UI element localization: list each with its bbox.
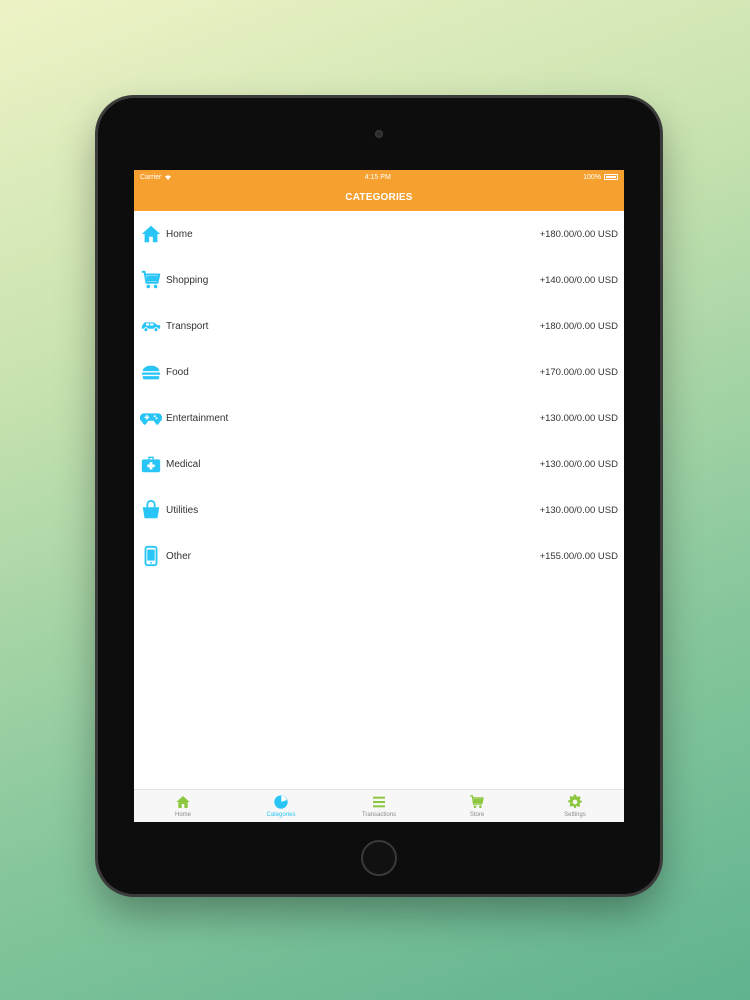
status-time: 4:15 PM — [364, 173, 391, 181]
page-title: CATEGORIES — [345, 192, 413, 203]
category-amount: +180.00/0.00 USD — [539, 320, 618, 332]
category-label: Transport — [166, 320, 209, 332]
category-row-home[interactable]: Home +180.00/0.00 USD — [134, 211, 624, 257]
category-amount: +130.00/0.00 USD — [539, 504, 618, 516]
tab-home[interactable]: Home — [134, 790, 232, 822]
category-row-medical[interactable]: Medical +130.00/0.00 USD — [134, 441, 624, 487]
pie-chart-icon — [274, 795, 288, 809]
tab-label: Settings — [564, 812, 586, 818]
category-label: Utilities — [166, 504, 199, 516]
bag-icon — [138, 497, 164, 523]
cart-icon — [470, 795, 484, 808]
list-icon — [373, 796, 385, 808]
carrier-label: Carrier — [140, 173, 162, 181]
tab-transactions[interactable]: Transactions — [330, 790, 428, 822]
category-amount: +170.00/0.00 USD — [539, 366, 618, 378]
gear-icon — [568, 794, 582, 809]
tab-label: Transactions — [361, 812, 397, 818]
tab-settings[interactable]: Settings — [526, 790, 624, 822]
category-amount: +155.00/0.00 USD — [539, 550, 618, 562]
medical-kit-icon — [138, 451, 164, 477]
tab-label: Store — [469, 812, 485, 818]
app-screen: Carrier 4:15 PM 100% CATEGORIES Home +18… — [134, 170, 624, 822]
battery-icon — [604, 174, 618, 180]
category-amount: +180.00/0.00 USD — [539, 228, 618, 240]
tab-store[interactable]: Store — [428, 790, 526, 822]
category-label: Medical — [166, 458, 201, 470]
category-row-shopping[interactable]: Shopping +140.00/0.00 USD — [134, 257, 624, 303]
category-amount: +140.00/0.00 USD — [539, 274, 618, 286]
category-amount: +130.00/0.00 USD — [539, 412, 618, 424]
phone-icon — [138, 543, 164, 569]
category-label: Food — [166, 366, 189, 378]
category-row-entertainment[interactable]: Entertainment +130.00/0.00 USD — [134, 395, 624, 441]
home-button[interactable] — [361, 840, 397, 876]
category-row-food[interactable]: Food +170.00/0.00 USD — [134, 349, 624, 395]
battery-percent: 100% — [583, 173, 601, 181]
category-label: Other — [166, 550, 192, 562]
car-icon — [138, 313, 164, 339]
category-label: Entertainment — [166, 412, 229, 424]
category-list: Home +180.00/0.00 USD Shopping +140.00/0… — [134, 211, 624, 579]
status-bar: Carrier 4:15 PM 100% — [134, 170, 624, 184]
category-label: Shopping — [166, 274, 209, 286]
navigation-bar: CATEGORIES — [134, 184, 624, 211]
burger-icon — [138, 359, 164, 385]
category-row-transport[interactable]: Transport +180.00/0.00 USD — [134, 303, 624, 349]
gamepad-icon — [138, 405, 164, 431]
house-icon — [138, 221, 164, 247]
camera — [375, 130, 383, 138]
cart-icon — [138, 267, 164, 293]
wifi-icon — [165, 175, 172, 180]
house-icon — [176, 796, 190, 808]
category-amount: +130.00/0.00 USD — [539, 458, 618, 470]
category-row-other[interactable]: Other +155.00/0.00 USD — [134, 533, 624, 579]
tab-label: Categories — [266, 812, 296, 818]
category-label: Home — [166, 228, 193, 240]
tab-label: Home — [174, 812, 191, 818]
ipad-device-frame: Carrier 4:15 PM 100% CATEGORIES Home +18… — [98, 98, 660, 894]
tab-bar: Home Categories Transactions Store Setti… — [134, 789, 624, 822]
tab-categories[interactable]: Categories — [232, 790, 330, 822]
category-row-utilities[interactable]: Utilities +130.00/0.00 USD — [134, 487, 624, 533]
